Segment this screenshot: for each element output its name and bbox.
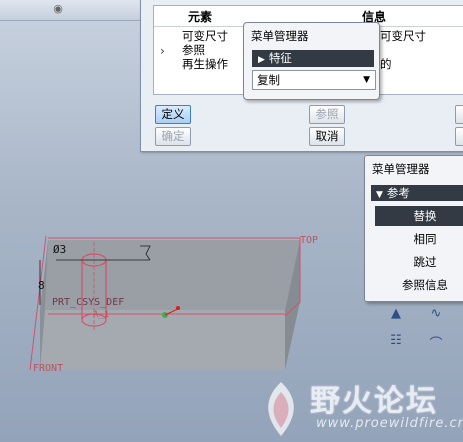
dim-height-label[interactable]: 8 [38,279,45,292]
csys-label: PRT_CSYS_DEF [52,297,125,308]
define-button[interactable]: 定义 [155,105,191,124]
triangle-right-icon: ▶ [258,55,265,65]
info-row-1: 可变尺寸 [380,29,426,43]
menu-title: 菜单管理器 [372,162,430,176]
menu-manager-feature: 菜单管理器 ▶ 特征 复制 ▼ [243,22,380,100]
dropdown-value: 复制 [257,73,280,87]
menu-item-replace[interactable]: 替换 [375,206,463,226]
expand-chevron-icon[interactable]: › [160,44,165,58]
menu-item-ref-info[interactable]: 参照信息 [375,275,463,295]
datum-front-label: FRONT [33,363,64,374]
watermark: 野火论坛 www.proewildfire.cn [252,374,463,442]
lock-icon[interactable]: ◉ [52,2,64,16]
watermark-url: www.proewildfire.cn [316,416,463,431]
menu-feature-item[interactable]: ▶ 特征 [252,50,374,67]
feature-label: 特征 [268,51,292,65]
more-button-2[interactable] [455,127,463,146]
csys-tool-icon[interactable]: ☷ [386,333,406,351]
chevron-down-icon: ▼ [363,75,370,85]
datum-curve-icon[interactable]: ⌒ [426,333,446,352]
element-row-3[interactable]: 再生操作 [182,56,228,72]
confirm-button[interactable]: 确定 [155,127,191,146]
watermark-text: 野火论坛 [310,384,438,419]
block-front-face [40,310,285,370]
reference-button[interactable]: 参照 [309,105,345,124]
sketch-curve-icon[interactable]: ∿ [426,306,446,324]
reference-header[interactable]: ▼ 参考 [371,185,463,201]
menu-title: 菜单管理器 [251,29,309,43]
cancel-button[interactable]: 取消 [309,127,345,146]
copy-dropdown[interactable]: 复制 ▼ [252,70,376,90]
datum-top-label: TOP [300,235,319,246]
watermark-logo [268,382,294,436]
triangle-down-icon: ▼ [376,190,383,200]
more-button[interactable] [455,105,463,124]
menu-item-skip[interactable]: 跳过 [375,252,463,272]
col-header-element: 元素 [188,10,213,24]
top-toolbar [0,0,140,21]
axis-label: A_1 [93,310,110,320]
info-row-3: 的 [380,57,392,71]
reference-header-label: 参考 [386,186,410,200]
datum-plane-icon[interactable]: ▲ [386,306,406,324]
dim-diameter-label[interactable]: Ø3 [53,243,66,256]
menu-manager-reference: 菜单管理器 ▼ 参考 替换 相同 跳过 参照信息 [364,155,463,302]
menu-item-same[interactable]: 相同 [375,229,463,249]
